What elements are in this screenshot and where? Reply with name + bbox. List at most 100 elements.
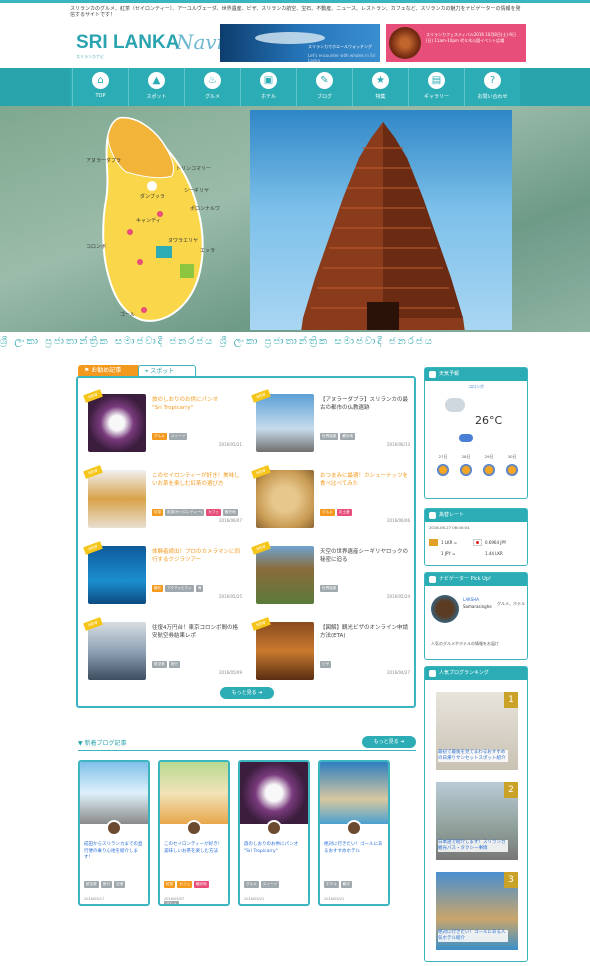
- blog-card[interactable]: このセイロンティーが好き！美味しいお茶を楽しむ方法 紅茶 カフェ 観光地グルメ 2016…: [158, 760, 230, 906]
- article-tag[interactable]: 世界遺産: [320, 433, 339, 440]
- article-tag[interactable]: 観光地: [222, 509, 238, 516]
- article-tag[interactable]: 紅茶: [152, 509, 164, 516]
- nav-item-blog[interactable]: ✎ ブログ: [296, 68, 352, 106]
- more-blogs-button[interactable]: もっと見る ➜: [362, 736, 416, 748]
- ranking-item[interactable]: 3 絶対に行きたい！ゴールにある人気ホテル紹介: [436, 872, 518, 950]
- article-card[interactable]: NEW 体験者続出！プロのカメラマンに同行するクジラツアー 観光 アクティビティ海 20…: [83, 541, 244, 606]
- article-thumbnail[interactable]: [88, 622, 146, 680]
- article-tag[interactable]: グルメ: [152, 433, 167, 440]
- blog-card-image[interactable]: [160, 762, 228, 824]
- nav-item-gourmet[interactable]: ♨ グルメ: [184, 68, 240, 106]
- festival-banner[interactable]: スリランカフェスティバル2016 10月8日(土)-9日(日) 11am-10p…: [386, 24, 526, 62]
- article-tag[interactable]: 観光: [152, 585, 164, 592]
- ranking-item-title[interactable]: 日本語で紹介します！スリランカ観光バス・タクシー事情: [438, 840, 508, 852]
- article-title[interactable]: 【アヌラーダプラ】スリランカの最古の都市の仏教遺跡: [320, 396, 410, 412]
- nav-item-gallery[interactable]: ▤ ギャラリー: [408, 68, 464, 106]
- article-card[interactable]: NEW おつまみに最適！カシューナッツを食べ比べてみた グルメ お土産 2016/06/…: [251, 465, 412, 530]
- article-tag[interactable]: 航空券: [152, 661, 167, 668]
- article-thumbnail[interactable]: [256, 546, 314, 604]
- article-title[interactable]: 【図解】観光ビザのオンライン申請方法(ETA): [320, 624, 410, 640]
- blog-tag[interactable]: カフェ: [177, 881, 192, 888]
- blog-card[interactable]: 絶対に行きたい！ゴールにあるおすすめホテル ホテル 観光 2016/05/21: [318, 760, 390, 906]
- article-tag[interactable]: 海: [195, 585, 204, 592]
- article-thumbnail[interactable]: [256, 394, 314, 452]
- article-tag[interactable]: グルメ: [320, 509, 335, 516]
- map-label[interactable]: コロンボ: [86, 243, 106, 250]
- site-logo[interactable]: SRI LANKA Navi スリランカナビ: [72, 28, 223, 62]
- map-label[interactable]: ダンブッラ: [140, 193, 165, 200]
- blog-card[interactable]: 旅のしおりのお供にパンオ "Sri Tropicarry" グルメ スイーツ 2016…: [238, 760, 310, 906]
- nav-item-home[interactable]: ⌂ TOP: [72, 68, 128, 106]
- whale-banner[interactable]: スリランカでホエールウォッチング Let's encounter with wh…: [220, 24, 380, 62]
- navigator-avatar[interactable]: [431, 595, 459, 623]
- article-title[interactable]: 天空の世界遺産シーギリヤロックの秘密に迫る: [320, 548, 410, 564]
- article-tag[interactable]: カフェ: [206, 509, 221, 516]
- blog-tag[interactable]: 空港: [113, 881, 126, 888]
- blog-card-title[interactable]: 絶対に行きたい！ゴールにあるおすすめホテル: [324, 842, 386, 855]
- nav-item-spot[interactable]: ▲ スポット: [128, 68, 184, 106]
- navigator-name[interactable]: LAKSHA: [463, 597, 479, 602]
- nav-item-feature[interactable]: ★ 特集: [352, 68, 408, 106]
- article-title[interactable]: 体験者続出！プロのカメラマンに同行するクジラツアー: [152, 548, 242, 564]
- blog-tag[interactable]: 紅茶: [164, 881, 176, 888]
- article-thumbnail[interactable]: [256, 470, 314, 528]
- article-tag[interactable]: お土産: [336, 509, 352, 516]
- ranking-item-title[interactable]: 最初で最後を見てまわるおすすめの日帰りサンセットスポット紹介: [438, 750, 508, 762]
- map-label[interactable]: キャンディ: [136, 217, 161, 224]
- blog-tag[interactable]: 航空券: [84, 881, 99, 888]
- ranking-item[interactable]: 1 最初で最後を見てまわるおすすめの日帰りサンセットスポット紹介: [436, 692, 518, 770]
- blog-card-image[interactable]: [240, 762, 308, 824]
- map-label[interactable]: トリンコマリー: [176, 166, 211, 172]
- article-card[interactable]: NEW 天空の世界遺産シーギリヤロックの秘密に迫る 世界遺産 2016/05/24: [251, 541, 412, 606]
- article-title[interactable]: おつまみに最適！カシューナッツを食べ比べてみた: [320, 472, 410, 488]
- article-title[interactable]: このセイロンティーが好き！美味しいお茶を楽しむ紅茶の選び方: [152, 472, 242, 488]
- article-card[interactable]: NEW 往復4万円台！東京コロンボ間の格安航空券結果レポ 航空券 旅行 2016/05/…: [83, 617, 244, 682]
- map-label[interactable]: ポロンナルワ: [190, 205, 220, 212]
- blog-card[interactable]: 成田からスリランカまでの直行便の乗り心地を紹介します！ 航空券 旅行 空港 2016/0…: [78, 760, 150, 906]
- map-label[interactable]: ヌワラエリヤ: [168, 238, 198, 244]
- article-title[interactable]: 往復4万円台！東京コロンボ間の格安航空券結果レポ: [152, 624, 242, 640]
- nav-item-hotel[interactable]: ▣ ホテル: [240, 68, 296, 106]
- blog-tag[interactable]: スイーツ: [260, 881, 280, 888]
- article-thumbnail[interactable]: [88, 394, 146, 452]
- article-title[interactable]: 旅のしおりのお供にパンオ "Sri Tropicarry": [152, 396, 242, 412]
- article-tag[interactable]: ビザ: [320, 661, 332, 668]
- ranking-item-title[interactable]: 絶対に行きたい！ゴールにある人気ホテル紹介: [438, 930, 508, 942]
- blog-card-title[interactable]: 旅のしおりのお供にパンオ "Sri Tropicarry": [244, 842, 306, 855]
- festival-banner-text: スリランカフェスティバル2016 10月8日(土)-9日(日) 11am-10p…: [426, 32, 516, 43]
- article-card[interactable]: NEW 旅のしおりのお供にパンオ "Sri Tropicarry" グルメ スイーツ 20…: [83, 389, 244, 454]
- blog-tag[interactable]: 観光地: [193, 881, 209, 888]
- nav-item-contact[interactable]: ? お問い合わせ: [464, 68, 520, 106]
- blog-tag[interactable]: 旅行: [100, 881, 112, 888]
- article-tag[interactable]: スイーツ: [168, 433, 188, 440]
- article-thumbnail[interactable]: [256, 622, 314, 680]
- blog-card-image[interactable]: [320, 762, 388, 824]
- article-tag[interactable]: 旅行: [168, 661, 180, 668]
- ranking-item[interactable]: 2 日本語で紹介します！スリランカ観光バス・タクシー事情: [436, 782, 518, 860]
- article-tag[interactable]: アクティビティ: [165, 585, 194, 592]
- blog-tag[interactable]: グルメ: [244, 881, 259, 888]
- blog-tag[interactable]: 観光: [340, 881, 352, 888]
- article-card[interactable]: NEW このセイロンティーが好き！美味しいお茶を楽しむ紅茶の選び方 紅茶 紅茶(セイロ…: [83, 465, 244, 530]
- article-thumbnail[interactable]: [88, 546, 146, 604]
- map-label[interactable]: シーギリヤ: [184, 188, 209, 194]
- spot-icon: ▲: [148, 72, 165, 89]
- sri-lanka-map[interactable]: アヌラーダプラトリンコマリーシーギリヤダンブッラポロンナルワキャンディコロンボ ヌ…: [80, 114, 250, 328]
- article-tag[interactable]: 世界遺産: [320, 585, 339, 592]
- fx-row1-right: 0.6964 JPY: [485, 540, 507, 545]
- hero-temple-photo[interactable]: [250, 110, 512, 330]
- map-label[interactable]: ゴール: [120, 311, 135, 318]
- blog-card-image[interactable]: [80, 762, 148, 824]
- blog-tag[interactable]: ホテル: [324, 881, 339, 888]
- blog-tag[interactable]: グルメ: [164, 901, 179, 904]
- blog-card-title[interactable]: このセイロンティーが好き！美味しいお茶を楽しむ方法: [164, 842, 226, 855]
- map-label[interactable]: エッラ: [200, 248, 215, 254]
- article-thumbnail[interactable]: [88, 470, 146, 528]
- article-card[interactable]: NEW 【アヌラーダプラ】スリランカの最古の都市の仏教遺跡 世界遺産 観光地 2016/…: [251, 389, 412, 454]
- article-tag[interactable]: 紅茶(セイロンティー): [165, 509, 205, 516]
- article-card[interactable]: NEW 【図解】観光ビザのオンライン申請方法(ETA) ビザ 2016/04/27: [251, 617, 412, 682]
- article-tag[interactable]: 観光地: [340, 433, 356, 440]
- blog-card-title[interactable]: 成田からスリランカまでの直行便の乗り心地を紹介します！: [84, 842, 146, 862]
- map-label[interactable]: アヌラーダプラ: [86, 157, 121, 164]
- more-articles-button[interactable]: もっと見る ➜: [220, 687, 274, 699]
